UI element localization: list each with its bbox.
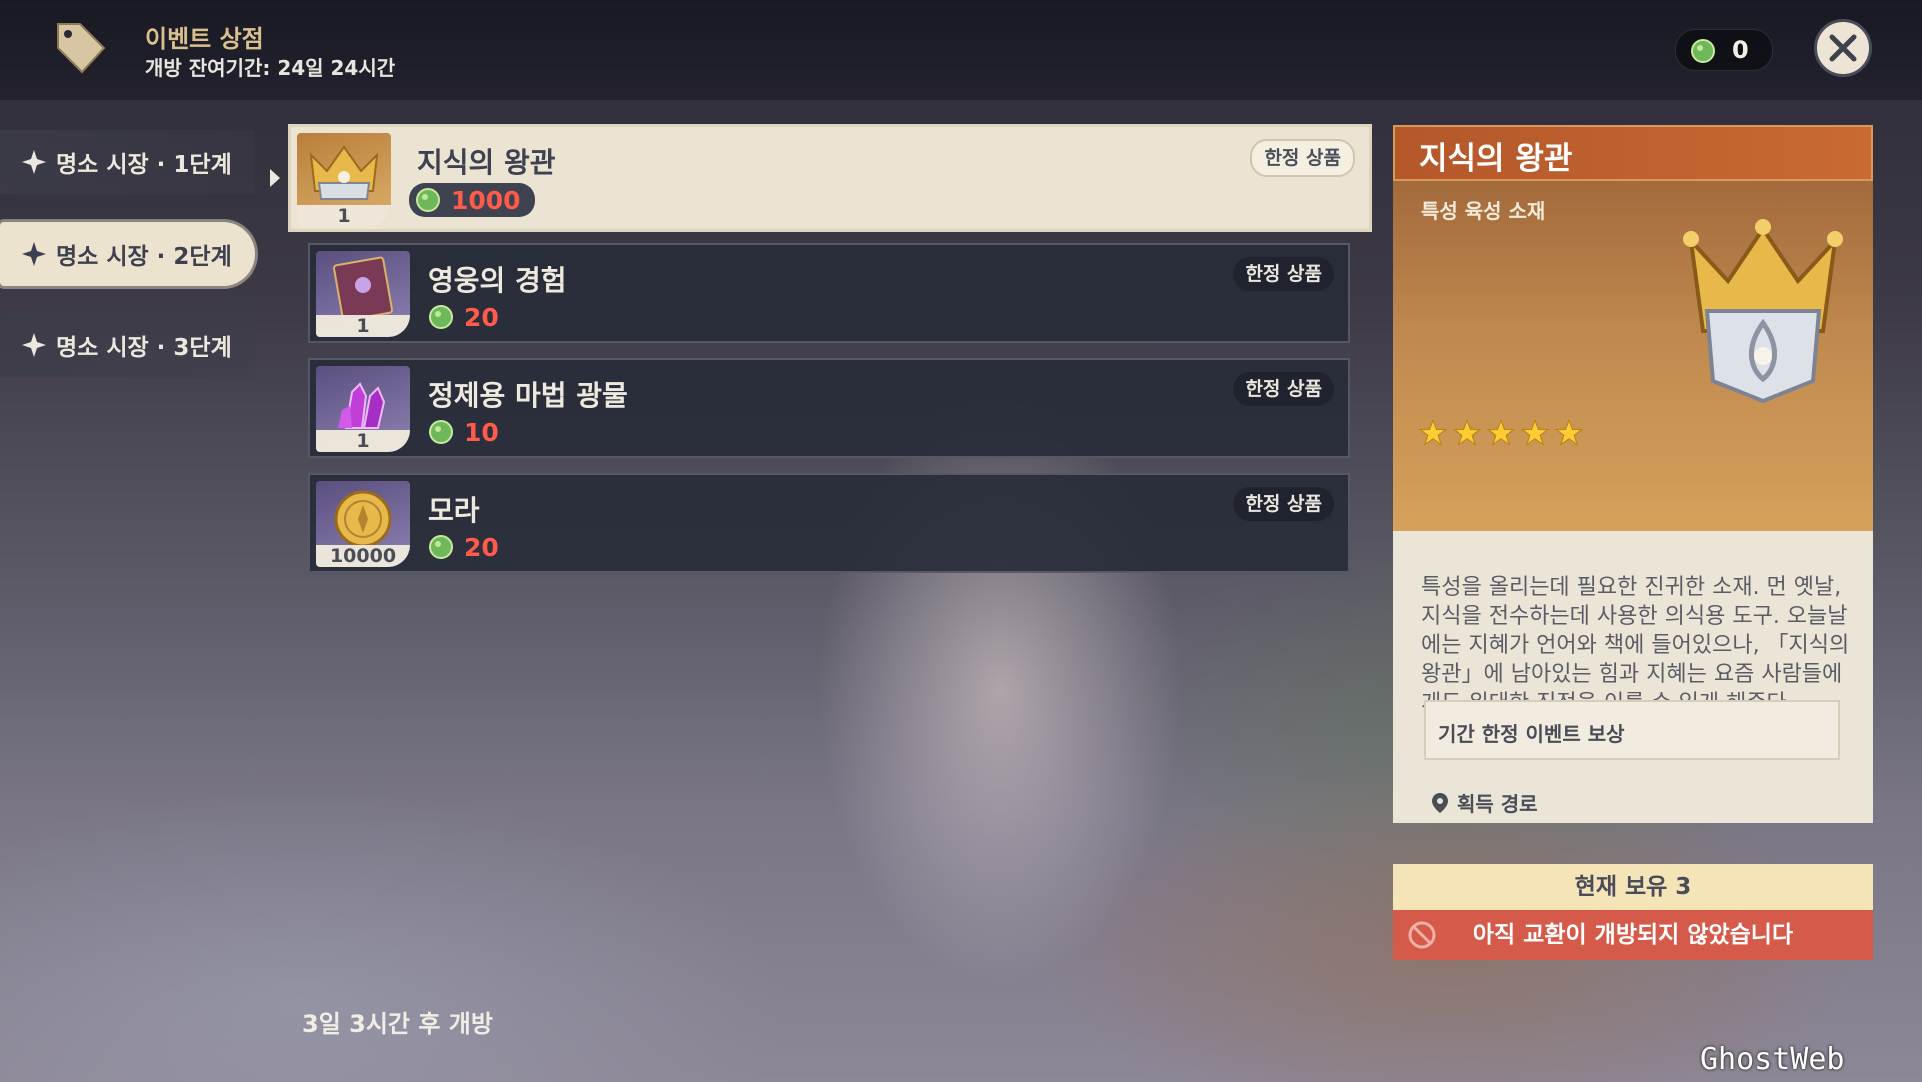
tab-label: 명소 시장 · 1단계 (56, 152, 232, 178)
rarity-star-icon (1521, 419, 1549, 447)
price-tag-icon (57, 23, 106, 74)
tab-label: 명소 시장 · 3단계 (56, 335, 232, 361)
watermark: GhostWeb (1700, 1042, 1845, 1077)
item-count: 1 (316, 430, 410, 452)
event-currency-icon (429, 420, 453, 444)
exchange-unavailable-button[interactable]: 아직 교환이 개방되지 않았습니다 (1393, 910, 1873, 960)
exchange-status: 아직 교환이 개방되지 않았습니다 (1472, 922, 1794, 948)
item-thumbnail: 1 (297, 133, 391, 227)
detail-item-type: 특성 육성 소재 (1421, 199, 1546, 223)
tab-market-stage-2[interactable]: 명소 시장 · 2단계 (0, 222, 255, 286)
acquisition-source: 기간 한정 이벤트 보상 (1438, 722, 1625, 746)
star-icon (22, 242, 46, 266)
item-name: 정제용 마법 광물 (428, 379, 628, 412)
event-currency-icon (429, 535, 453, 559)
price-value: 10 (464, 417, 499, 447)
item-thumbnail: 10000 (316, 481, 410, 567)
selected-tab-arrow-icon (270, 169, 280, 187)
rarity-star-icon (1555, 419, 1583, 447)
price-value: 1000 (451, 185, 521, 215)
star-icon (22, 150, 46, 174)
price-value: 20 (464, 532, 499, 562)
event-currency-icon (416, 188, 440, 212)
rarity-star-icon (1453, 419, 1481, 447)
rarity-star-icon (1487, 419, 1515, 447)
shop-item-crown-of-insight[interactable]: 1 지식의 왕관 1000 한정 상품 (288, 124, 1372, 232)
limited-badge: 한정 상품 (1250, 139, 1355, 177)
item-price: 10 (428, 416, 499, 448)
tab-market-stage-3[interactable]: 명소 시장 · 3단계 (0, 313, 255, 377)
limited-badge: 한정 상품 (1233, 257, 1334, 291)
item-price: 20 (428, 531, 499, 563)
crown-icon (1683, 219, 1843, 404)
rarity-stars (1419, 419, 1583, 447)
shop-remaining-time: 개방 잔여기간: 24일 24시간 (145, 56, 396, 80)
item-name: 영웅의 경험 (428, 264, 567, 297)
top-bar: 이벤트 상점 개방 잔여기간: 24일 24시간 0 (0, 0, 1922, 100)
detail-hero: 특성 육성 소재 (1393, 181, 1873, 531)
item-thumbnail: 1 (316, 251, 410, 337)
detail-description: 특성을 올리는데 필요한 진귀한 소재. 먼 옛날, 지식을 전수하는데 사용한… (1421, 575, 1850, 716)
acquisition-source-box: 기간 한정 이벤트 보상 (1424, 700, 1840, 760)
detail-body: 특성을 올리는데 필요한 진귀한 소재. 먼 옛날, 지식을 전수하는데 사용한… (1393, 531, 1873, 823)
detail-header: 지식의 왕관 (1393, 125, 1873, 181)
shop-item-mystic-enhancement-ore[interactable]: 1 정제용 마법 광물 10 한정 상품 (308, 358, 1350, 458)
detail-title: 지식의 왕관 (1419, 141, 1573, 177)
close-button[interactable] (1814, 19, 1872, 77)
owned-count: 현재 보유 3 (1393, 864, 1873, 910)
item-price: 20 (428, 301, 499, 333)
rarity-star-icon (1419, 419, 1447, 447)
item-name: 지식의 왕관 (417, 146, 556, 179)
tab-label: 명소 시장 · 2단계 (56, 244, 232, 270)
item-count: 10000 (316, 545, 410, 567)
acquisition-label: 획득 경로 (1457, 792, 1538, 816)
price-value: 20 (464, 302, 499, 332)
limited-badge: 한정 상품 (1233, 487, 1334, 521)
item-name: 모라 (428, 494, 480, 527)
item-count: 1 (316, 315, 410, 337)
shop-title: 이벤트 상점 (145, 25, 264, 53)
item-price: 1000 (409, 183, 535, 217)
event-currency-icon (429, 305, 453, 329)
shop-item-mora[interactable]: 10000 모라 20 한정 상품 (308, 473, 1350, 573)
item-thumbnail: 1 (316, 366, 410, 452)
limited-badge: 한정 상품 (1233, 372, 1334, 406)
event-currency-icon (1691, 39, 1715, 63)
tab-market-stage-1[interactable]: 명소 시장 · 1단계 (0, 130, 255, 194)
acquisition-label-row: 획득 경로 (1431, 788, 1538, 817)
prohibited-icon (1408, 921, 1436, 949)
location-pin-icon (1432, 792, 1448, 813)
currency-counter: 0 (1675, 29, 1773, 71)
opens-in-label: 3일 3시간 후 개방 (302, 1010, 493, 1038)
close-icon (1829, 34, 1857, 62)
shop-item-heros-wit[interactable]: 1 영웅의 경험 20 한정 상품 (308, 243, 1350, 343)
item-count: 1 (297, 205, 391, 227)
currency-value: 0 (1732, 36, 1749, 64)
star-icon (22, 333, 46, 357)
